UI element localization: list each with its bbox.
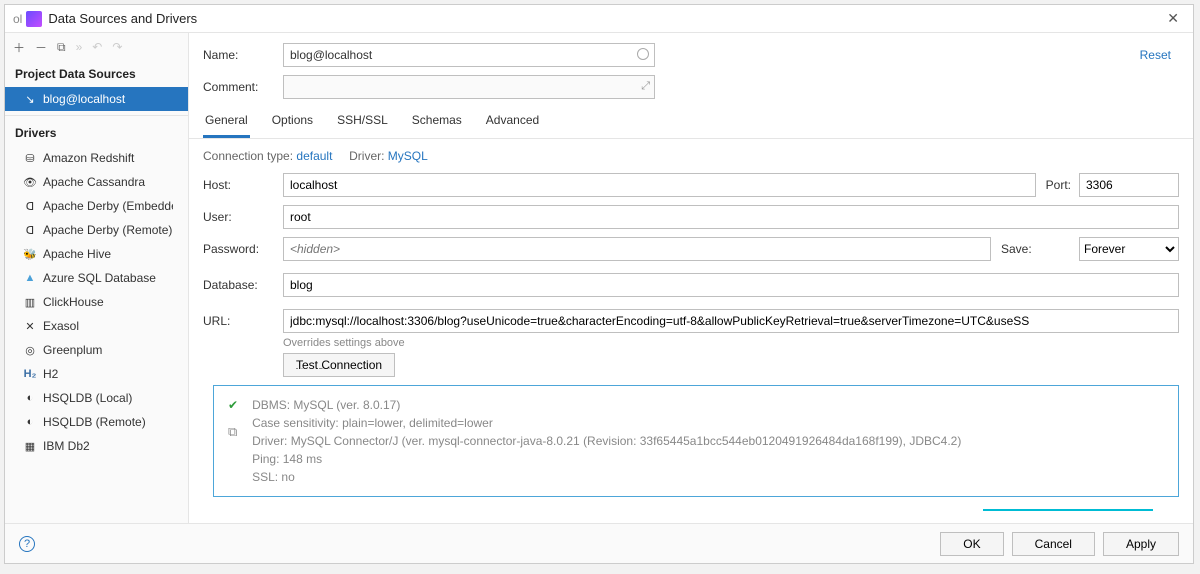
user-label: User: bbox=[203, 210, 273, 224]
driver-item[interactable]: ✕Exasol bbox=[5, 314, 188, 338]
driver-item[interactable]: ⛁Amazon Redshift bbox=[5, 146, 188, 170]
save-select[interactable]: Forever bbox=[1079, 237, 1179, 261]
comment-field[interactable]: ⤢ bbox=[283, 75, 655, 99]
url-field[interactable] bbox=[283, 309, 1179, 333]
driver-item[interactable]: H₂H2 bbox=[5, 362, 188, 386]
save-label: Save: bbox=[1001, 242, 1071, 256]
remove-icon[interactable]: － bbox=[35, 39, 47, 56]
db-icon: ▦ bbox=[23, 439, 37, 453]
add-icon[interactable]: ＋ bbox=[13, 39, 25, 56]
tab-advanced[interactable]: Advanced bbox=[484, 109, 541, 138]
sidebar-header-datasources: Project Data Sources bbox=[5, 61, 188, 87]
dialog: ol Data Sources and Drivers ✕ ＋ － ⧉ » ↶ … bbox=[4, 4, 1194, 564]
db-icon: ✕ bbox=[23, 319, 37, 333]
db-icon: H₂ bbox=[23, 367, 37, 381]
window-edge-text: ol bbox=[13, 12, 22, 26]
copy-icon[interactable]: ⧉ bbox=[228, 422, 238, 442]
tab-general[interactable]: General bbox=[203, 109, 250, 138]
dialog-footer: ? OK Cancel Apply bbox=[5, 523, 1193, 563]
tab-content: Connection type: default Driver: MySQL H… bbox=[189, 139, 1193, 525]
db-icon: ◎ bbox=[23, 343, 37, 357]
driver-item[interactable]: ᗡApache Derby (Remote) bbox=[5, 218, 188, 242]
driver-item[interactable]: 👁Apache Cassandra bbox=[5, 170, 188, 194]
cancel-button[interactable]: Cancel bbox=[1012, 532, 1095, 556]
apply-button[interactable]: Apply bbox=[1103, 532, 1179, 556]
db-icon: ⛁ bbox=[23, 151, 37, 165]
tab-schemas[interactable]: Schemas bbox=[410, 109, 464, 138]
driver-item[interactable]: ◐HSQLDB (Local) bbox=[5, 386, 188, 410]
driver-item[interactable]: ◎Greenplum bbox=[5, 338, 188, 362]
name-field[interactable] bbox=[283, 43, 655, 67]
copy-icon[interactable]: ⧉ bbox=[57, 40, 66, 55]
sidebar: ＋ － ⧉ » ↶ ↷ Project Data Sources ↘ blog@… bbox=[5, 33, 189, 525]
url-label: URL: bbox=[203, 314, 273, 328]
connection-type-row: Connection type: default Driver: MySQL bbox=[203, 149, 1179, 163]
success-check-icon: ✔ bbox=[228, 396, 238, 414]
name-color-icon[interactable] bbox=[637, 48, 649, 60]
db-icon: ᗡ bbox=[23, 199, 37, 213]
url-hint: Overrides settings above bbox=[283, 337, 1179, 349]
sidebar-toolbar: ＋ － ⧉ » ↶ ↷ bbox=[5, 33, 188, 61]
database-label: Database: bbox=[203, 278, 273, 292]
tab-options[interactable]: Options bbox=[270, 109, 315, 138]
port-label: Port: bbox=[1046, 178, 1071, 192]
sidebar-item-datasource[interactable]: ↘ blog@localhost bbox=[5, 87, 188, 111]
expand-icon[interactable]: ⤢ bbox=[641, 80, 650, 93]
name-input-wrap bbox=[283, 43, 655, 67]
driver-item[interactable]: ▲Azure SQL Database bbox=[5, 266, 188, 290]
db-icon: 👁 bbox=[23, 175, 37, 189]
test-connection-button[interactable]: Test Connection bbox=[283, 353, 395, 377]
redo-icon[interactable]: ↷ bbox=[112, 40, 122, 54]
db-icon: ᗡ bbox=[23, 223, 37, 237]
app-icon bbox=[26, 11, 42, 27]
drivers-list: ⛁Amazon Redshift 👁Apache Cassandra ᗡApac… bbox=[5, 146, 188, 525]
driver-item[interactable]: ▥ClickHouse bbox=[5, 290, 188, 314]
password-field[interactable] bbox=[283, 237, 991, 261]
db-icon: 🐝 bbox=[23, 247, 37, 261]
user-field[interactable] bbox=[283, 205, 1179, 229]
db-icon: ▲ bbox=[23, 271, 37, 285]
database-field[interactable] bbox=[283, 273, 1179, 297]
sidebar-header-drivers: Drivers bbox=[5, 120, 188, 146]
ok-button[interactable]: OK bbox=[940, 532, 1003, 556]
driver-link[interactable]: MySQL bbox=[388, 149, 428, 163]
comment-label: Comment: bbox=[203, 80, 273, 94]
annotation-underline bbox=[983, 509, 1153, 511]
name-label: Name: bbox=[203, 48, 273, 62]
main-panel: Name: Reset Comment: ⤢ General Options S… bbox=[189, 33, 1193, 525]
driver-item[interactable]: ᗡApache Derby (Embedded) bbox=[5, 194, 188, 218]
host-label: Host: bbox=[203, 178, 273, 192]
result-text: DBMS: MySQL (ver. 8.0.17) Case sensitivi… bbox=[252, 396, 961, 486]
tab-bar: General Options SSH/SSL Schemas Advanced bbox=[189, 103, 1193, 139]
driver-item[interactable]: ◐HSQLDB (Remote) bbox=[5, 410, 188, 434]
chevron-right-icon[interactable]: » bbox=[76, 40, 83, 54]
connection-result: ✔ ⧉ DBMS: MySQL (ver. 8.0.17) Case sensi… bbox=[213, 385, 1179, 497]
connection-type-link[interactable]: default bbox=[296, 149, 332, 163]
password-label: Password: bbox=[203, 242, 273, 256]
help-icon[interactable]: ? bbox=[19, 536, 35, 552]
driver-item[interactable]: ▦IBM Db2 bbox=[5, 434, 188, 458]
undo-icon[interactable]: ↶ bbox=[92, 40, 102, 54]
db-icon: ▥ bbox=[23, 295, 37, 309]
tab-sshssl[interactable]: SSH/SSL bbox=[335, 109, 390, 138]
close-icon[interactable]: ✕ bbox=[1161, 10, 1185, 27]
datasource-icon: ↘ bbox=[23, 92, 37, 106]
driver-item[interactable]: 🐝Apache Hive bbox=[5, 242, 188, 266]
port-field[interactable] bbox=[1079, 173, 1179, 197]
dialog-title: Data Sources and Drivers bbox=[48, 11, 1161, 26]
reset-link[interactable]: Reset bbox=[1140, 48, 1179, 62]
host-field[interactable] bbox=[283, 173, 1036, 197]
title-bar: ol Data Sources and Drivers ✕ bbox=[5, 5, 1193, 33]
db-icon: ◐ bbox=[23, 415, 37, 429]
datasource-label: blog@localhost bbox=[43, 92, 125, 106]
db-icon: ◐ bbox=[23, 391, 37, 405]
